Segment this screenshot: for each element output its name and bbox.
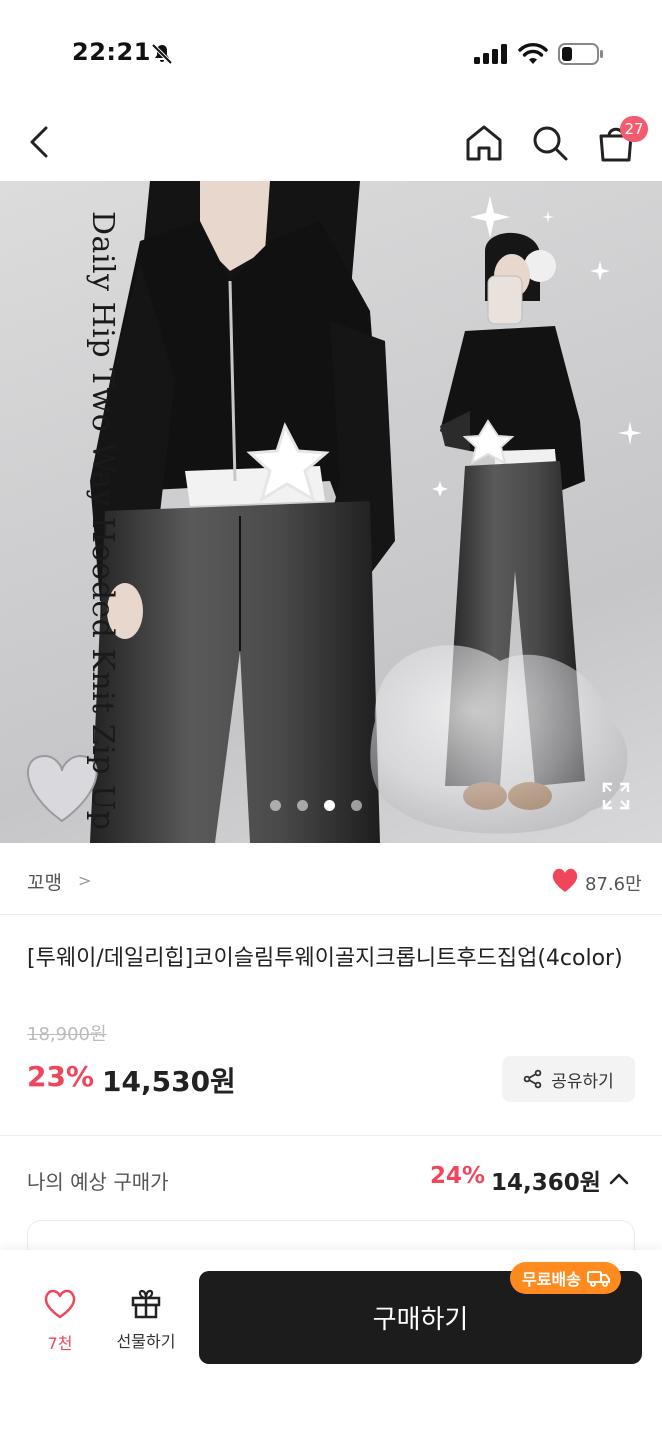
bell-off-icon (151, 43, 173, 65)
brand-row: 꼬맹 > 87.6만 (0, 843, 662, 915)
brand-link[interactable]: 꼬맹 (27, 868, 62, 895)
heart-outline-icon (44, 1289, 76, 1319)
expected-price: 14,360원 (491, 1170, 601, 1196)
expected-price-label: 나의 예상 구매가 (27, 1170, 169, 1194)
wishlist-count: 7천 (47, 1334, 73, 1353)
cart-count-badge: 27 (620, 116, 648, 142)
expected-discount: 24% (430, 1163, 486, 1189)
gift-button[interactable]: 선물하기 (104, 1286, 188, 1356)
carousel-dot (270, 800, 281, 811)
chevron-up-icon[interactable] (606, 1166, 632, 1192)
carousel-dot (351, 800, 362, 811)
status-bar: 22:21 (0, 0, 662, 100)
hero-overlay-text: Daily Hip Two Way Hooded Knit Zip Up (85, 211, 120, 831)
carousel-dot-active (324, 800, 335, 811)
chevron-right-icon: > (78, 871, 92, 890)
free-shipping-badge: 무료배송 (510, 1262, 621, 1294)
original-price: 18,900원 (27, 1024, 107, 1045)
discount-rate: 23% (27, 1060, 95, 1093)
carousel-dot (297, 800, 308, 811)
top-nav (0, 110, 662, 176)
search-icon[interactable] (528, 122, 572, 164)
free-shipping-label: 무료배송 (522, 1270, 581, 1289)
share-icon (523, 1069, 542, 1089)
share-button[interactable]: 공유하기 (502, 1056, 635, 1102)
gift-icon (131, 1289, 161, 1319)
likes-count: 87.6만 (585, 874, 642, 895)
status-time: 22:21 (72, 38, 151, 66)
signal-icon (474, 44, 507, 64)
product-image-carousel[interactable]: Daily Hip Two Way Hooded Knit Zip Up (0, 181, 662, 843)
buy-label: 구매하기 (372, 1305, 469, 1335)
share-label: 공유하기 (551, 1071, 614, 1092)
home-icon[interactable] (462, 122, 506, 164)
wishlist-button[interactable]: 7천 (28, 1288, 92, 1358)
heart-icon[interactable] (551, 867, 579, 893)
section-divider (0, 1135, 662, 1136)
carousel-indicator (270, 800, 370, 814)
truck-icon (586, 1271, 610, 1287)
battery-icon (558, 43, 603, 65)
product-title: [투웨이/데일리힙]코이슬림투웨이골지크롭니트후드집업(4color) (27, 946, 623, 971)
back-icon[interactable] (22, 122, 58, 162)
wifi-icon (518, 43, 548, 64)
bottom-action-bar: 7천 선물하기 구매하기 무료배송 (0, 1250, 662, 1440)
expand-icon[interactable] (600, 780, 632, 812)
sale-price: 14,530원 (102, 1065, 236, 1098)
gift-label: 선물하기 (116, 1332, 176, 1351)
